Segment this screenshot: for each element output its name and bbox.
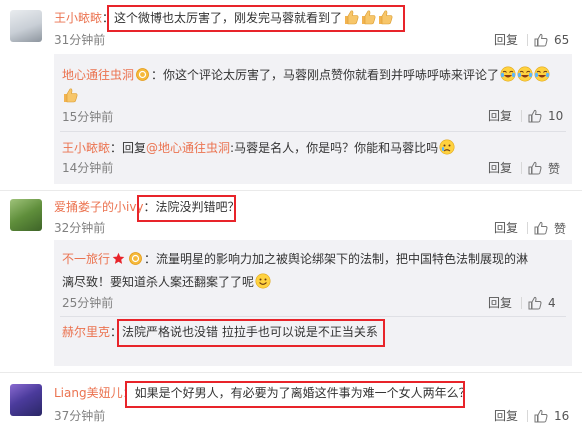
reply-body: ：流量明星的影响力加之被舆论绑架下的法制，把中国特色法制展现的淋 (144, 252, 529, 266)
star-icon (112, 252, 125, 265)
divider (521, 162, 522, 174)
username-link[interactable]: 爱捅娄子的小ivy (54, 200, 144, 214)
timestamp: 32分钟前 (54, 221, 106, 235)
reply-button[interactable]: 回复 (488, 108, 512, 124)
reply-body: 漓尽致！要知道杀人案还翻案了了呢 (62, 275, 255, 289)
reply-button[interactable]: 回复 (494, 32, 518, 48)
username-link[interactable]: 赫尔里克 (62, 325, 110, 339)
reply-text-line2: 漓尽致！要知道杀人案还翻案了了呢 (62, 273, 271, 290)
timestamp: 37分钟前 (54, 409, 106, 423)
avatar[interactable] (10, 199, 42, 231)
like-count: 65 (554, 33, 570, 47)
sad-emoji (439, 139, 455, 155)
reply-button[interactable]: 回复 (488, 160, 512, 176)
highlight-box (117, 319, 385, 347)
thumb-up-icon (528, 109, 542, 123)
like-button[interactable]: 16 (527, 408, 569, 424)
like-count: 赞 (548, 161, 561, 176)
divider (527, 34, 528, 46)
highlight-box (125, 381, 465, 408)
divider (60, 316, 566, 317)
laugh-cry-emoji (534, 66, 550, 82)
mention-link[interactable]: @地心通往虫洞 (146, 141, 230, 155)
highlight-box (137, 195, 236, 222)
avatar[interactable] (10, 10, 42, 42)
thumb-up-icon (534, 409, 548, 423)
vip-badge-icon (129, 252, 142, 265)
timestamp: 15分钟前 (62, 110, 114, 124)
divider (521, 110, 522, 122)
username-link[interactable]: 王小畩畩 (54, 11, 102, 25)
reply-body: :马蓉是名人，你是吗？你能和马蓉比吗 (230, 141, 439, 155)
laugh-cry-emoji (500, 66, 516, 82)
reply-button[interactable]: 回复 (494, 408, 518, 424)
like-button[interactable]: 10 (521, 108, 563, 124)
divider (0, 372, 582, 373)
username-link[interactable]: 王小畩畩 (62, 141, 110, 155)
divider (521, 297, 522, 309)
avatar[interactable] (10, 384, 42, 416)
vip-badge-icon (136, 68, 149, 81)
reply-prefix: ：回复 (110, 141, 147, 155)
timestamp: 25分钟前 (62, 296, 114, 310)
username-link[interactable]: Liang美妞儿 (54, 386, 123, 400)
like-button[interactable]: 赞 (527, 220, 566, 236)
like-button[interactable]: 65 (527, 32, 569, 48)
timestamp: 14分钟前 (62, 161, 114, 175)
divider (60, 131, 566, 132)
thumbs-up-emoji (62, 87, 78, 103)
reply-text: 不一旅行 ：流量明星的影响力加之被舆论绑架下的法制，把中国特色法制展现的淋 (62, 251, 528, 267)
highlight-box (107, 5, 405, 32)
reply-button[interactable]: 回复 (488, 295, 512, 311)
like-button[interactable]: 4 (521, 295, 556, 311)
laugh-cry-emoji (517, 66, 533, 82)
thumb-up-icon (528, 296, 542, 310)
reply-button[interactable]: 回复 (494, 220, 518, 236)
divider (527, 410, 528, 422)
reply-text: 王小畩畩：回复@地心通往虫洞:马蓉是名人，你是吗？你能和马蓉比吗 (62, 139, 455, 156)
thumb-up-icon (534, 221, 548, 235)
like-count: 4 (548, 296, 556, 310)
username-link[interactable]: 地心通往虫洞 (62, 68, 134, 82)
like-count: 10 (548, 109, 564, 123)
like-button[interactable]: 赞 (521, 160, 560, 176)
timestamp: 31分钟前 (54, 33, 106, 47)
reply-body: ：你这个评论太厉害了，马蓉刚点赞你就看到并呼哧呼哧来评论了 (151, 68, 500, 82)
divider (527, 222, 528, 234)
thumb-up-icon (534, 33, 548, 47)
username-link[interactable]: 不一旅行 (62, 252, 110, 266)
thumb-up-icon (528, 161, 542, 175)
reply-text: 地心通往虫洞 ：你这个评论太厉害了，马蓉刚点赞你就看到并呼哧呼哧来评论了 (62, 66, 550, 83)
smile-emoji (255, 273, 271, 289)
like-count: 16 (554, 409, 570, 423)
like-count: 赞 (554, 221, 567, 236)
divider (0, 190, 582, 191)
